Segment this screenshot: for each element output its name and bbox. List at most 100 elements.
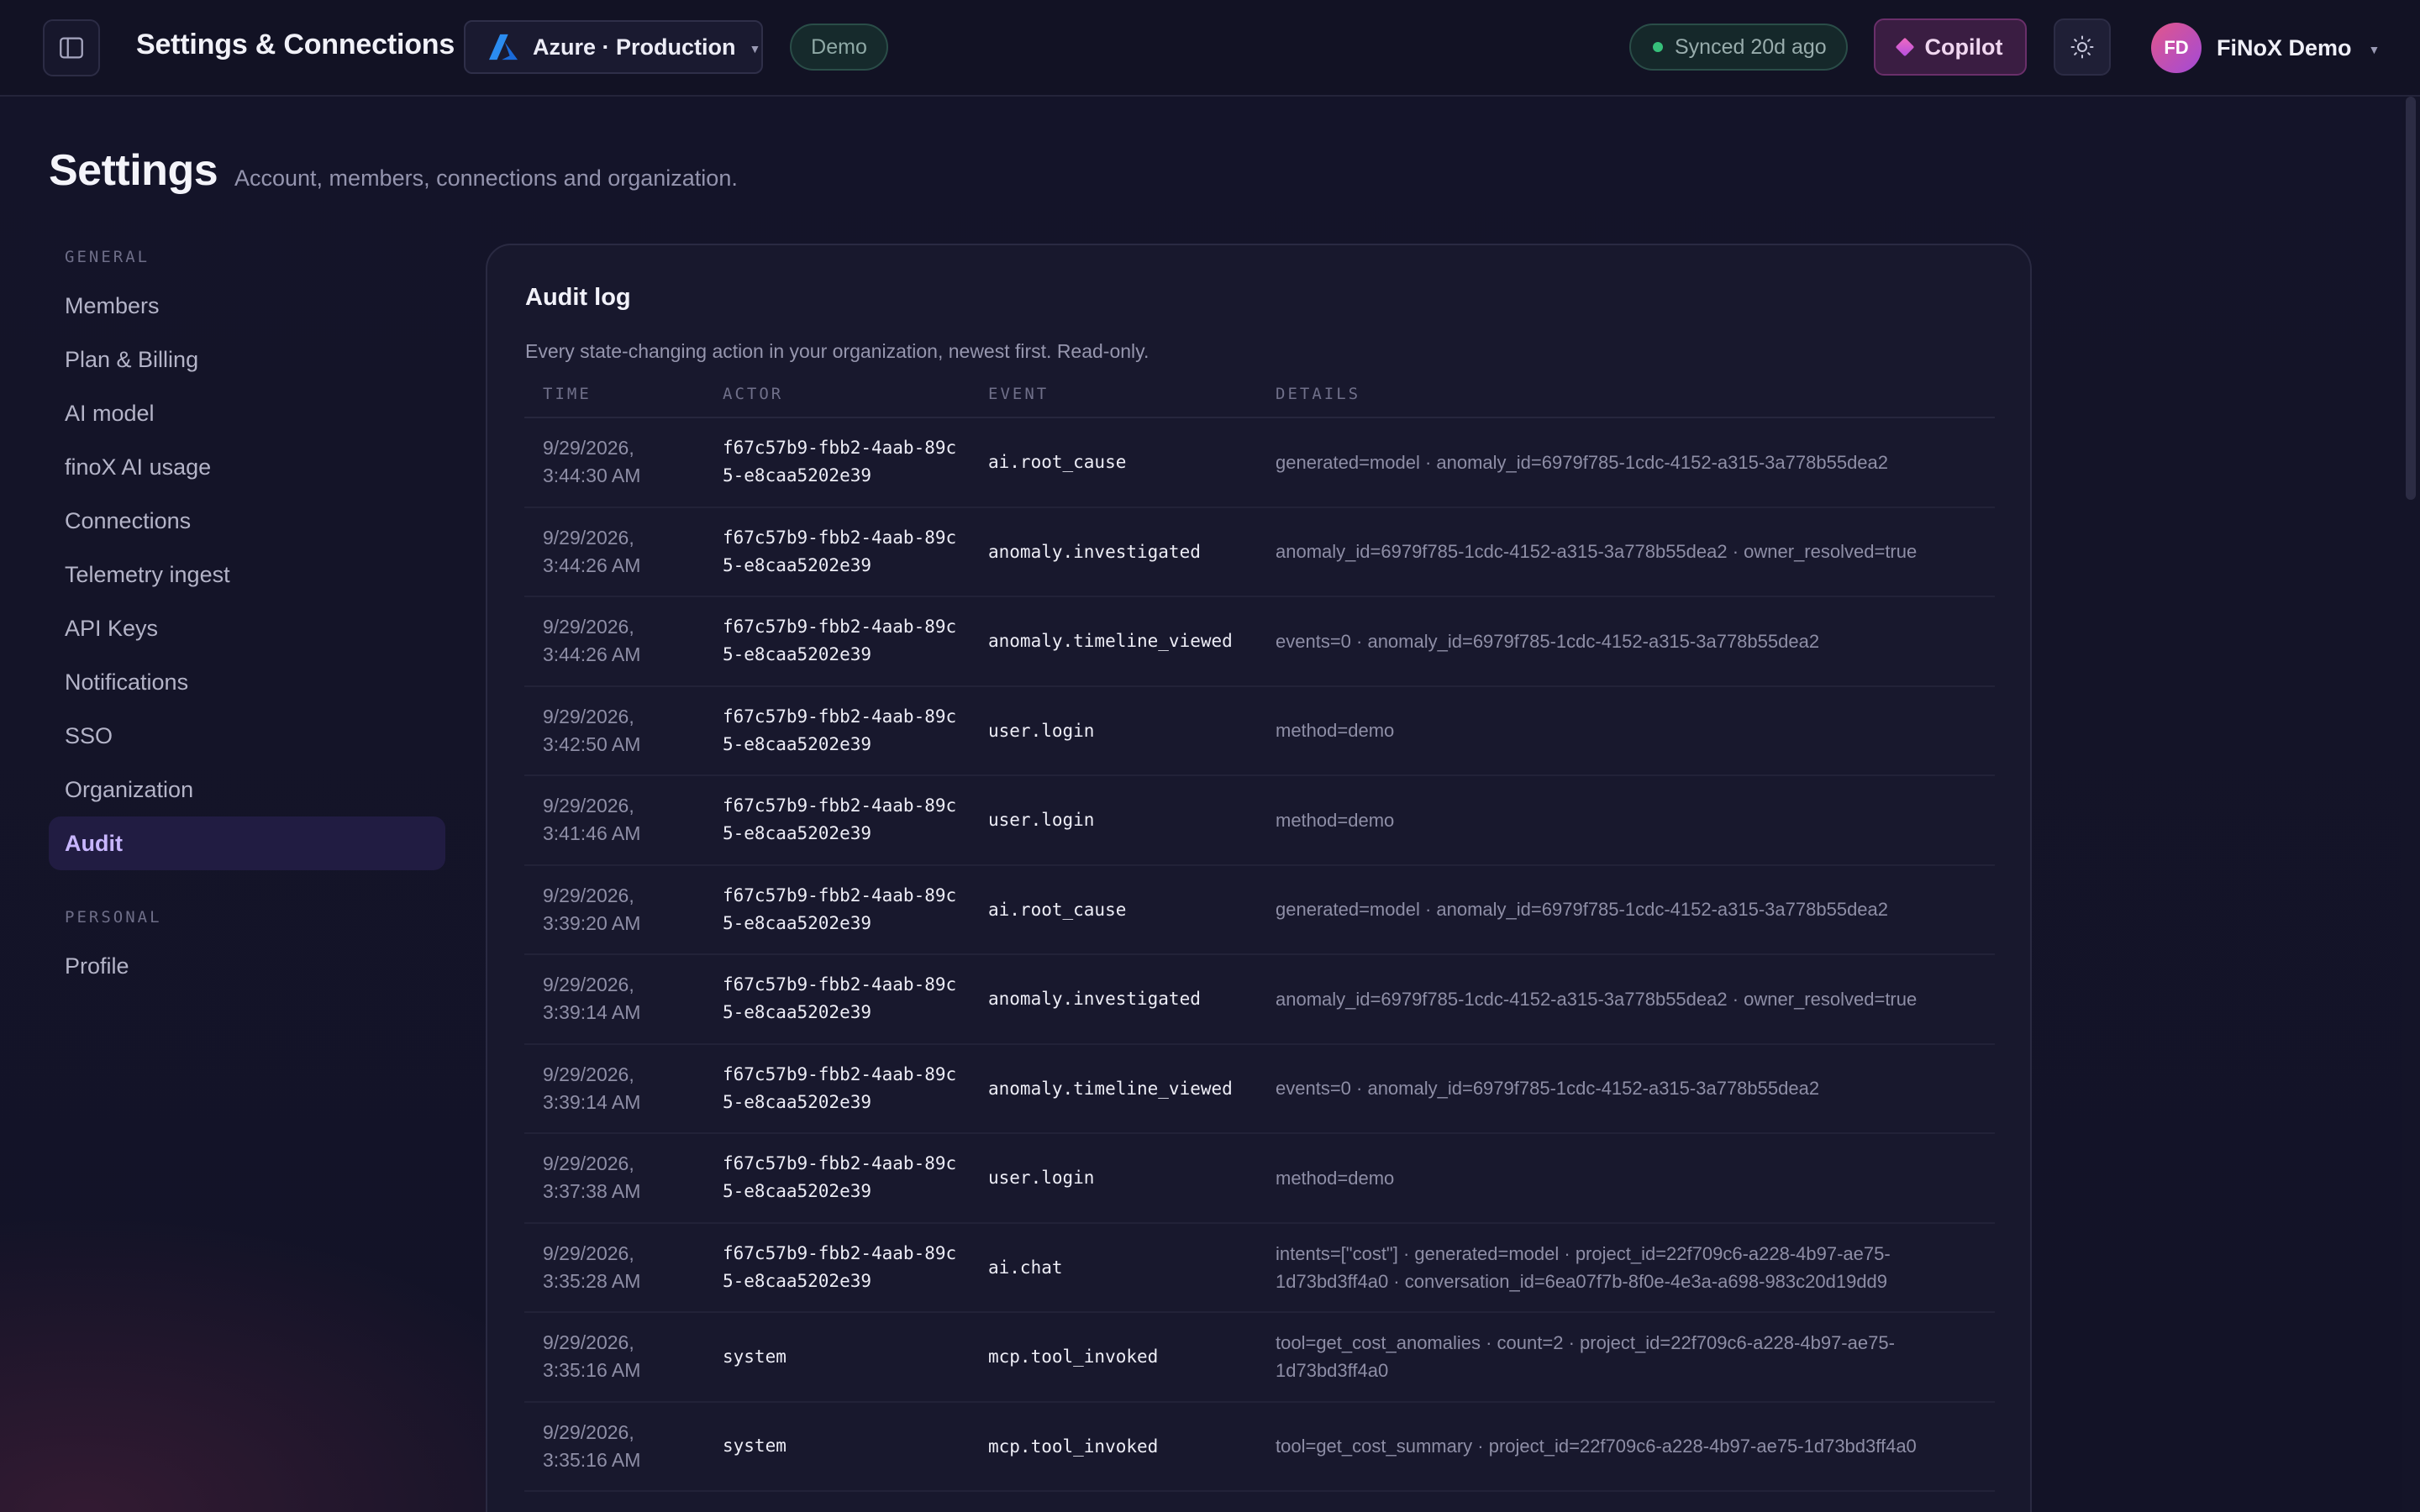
column-header-event: EVENT — [988, 385, 1050, 403]
cell-actor: f67c57b9-fbb2-4aab-89c5-e8caa5202e39 — [723, 438, 957, 486]
app-title: Settings & Connections — [136, 29, 455, 60]
cell-event: user.login — [988, 810, 1095, 831]
nav-item-plan-billing[interactable]: Plan & Billing — [49, 333, 445, 386]
cell-actor: f67c57b9-fbb2-4aab-89c5-e8caa5202e39 — [723, 1242, 957, 1291]
table-row: 9/29/2026, 3:41:46 AM f67c57b9-fbb2-4aab… — [524, 776, 1995, 866]
table-row: 9/29/2026, 3:35:28 AM f67c57b9-fbb2-4aab… — [524, 1224, 1995, 1313]
cell-event: ai.root_cause — [988, 452, 1127, 473]
environment-select[interactable]: Azure · Production ▼ — [464, 20, 763, 74]
cell-details: tool=get_cost_anomalies · count=2 · proj… — [1276, 1332, 1895, 1382]
nav-item-connections[interactable]: Connections — [49, 494, 445, 548]
environment-label: Azure · Production — [533, 34, 736, 60]
copilot-label: Copilot — [1924, 34, 2003, 60]
chevron-down-icon: ▼ — [2368, 43, 2381, 56]
nav-item-audit[interactable]: Audit — [49, 816, 445, 870]
cell-event: mcp.tool_invoked — [988, 1347, 1159, 1368]
cell-time: 9/29/2026, 3:44:26 AM — [543, 526, 641, 576]
cell-actor: f67c57b9-fbb2-4aab-89c5-e8caa5202e39 — [723, 974, 957, 1023]
cell-time: 9/29/2026, 3:42:50 AM — [543, 705, 641, 755]
cell-actor: f67c57b9-fbb2-4aab-89c5-e8caa5202e39 — [723, 1063, 957, 1112]
cell-actor: f67c57b9-fbb2-4aab-89c5-e8caa5202e39 — [723, 795, 957, 844]
cell-event: user.login — [988, 720, 1095, 741]
sidebar-toggle-button[interactable] — [43, 19, 100, 76]
cell-details: generated=model · anomaly_id=6979f785-1c… — [1276, 899, 1889, 921]
table-row: 9/29/2026, 3:35:16 AM system mcp.tool_in… — [524, 1313, 1995, 1403]
nav-section-general: GENERAL — [65, 248, 150, 266]
cell-event: mcp.tool_invoked — [988, 1436, 1159, 1457]
cell-actor: system — [723, 1346, 786, 1367]
cell-details: events=0 · anomaly_id=6979f785-1cdc-4152… — [1276, 630, 1820, 652]
cell-event: ai.root_cause — [988, 899, 1127, 920]
cell-details: intents=["cost"] · generated=model · pro… — [1276, 1242, 1891, 1292]
cell-actor: f67c57b9-fbb2-4aab-89c5-e8caa5202e39 — [723, 706, 957, 754]
table-row: 9/29/2026, 3:44:30 AM f67c57b9-fbb2-4aab… — [524, 418, 1995, 508]
cell-actor: f67c57b9-fbb2-4aab-89c5-e8caa5202e39 — [723, 1153, 957, 1202]
nav-item-ai-usage[interactable]: finoX AI usage — [49, 440, 445, 494]
nav-item-members[interactable]: Members — [49, 279, 445, 333]
page-subtitle: Account, members, connections and organi… — [234, 165, 738, 191]
card-title: Audit log — [525, 284, 631, 311]
table-row: 9/29/2026, 3:39:14 AM f67c57b9-fbb2-4aab… — [524, 1045, 1995, 1134]
sync-status-badge: Synced 20d ago — [1629, 24, 1848, 71]
cell-time: 9/29/2026, 3:39:14 AM — [543, 974, 641, 1024]
sync-status-label: Synced 20d ago — [1675, 34, 1827, 59]
user-menu[interactable]: FD FiNoX Demo ▼ — [2151, 22, 2380, 74]
sun-icon — [2070, 35, 2094, 59]
cell-event: anomaly.investigated — [988, 989, 1201, 1010]
theme-toggle-button[interactable] — [2054, 18, 2111, 76]
cell-event: user.login — [988, 1168, 1095, 1189]
table-row: 9/29/2026, 3:35:16 AM system mcp.tool_in… — [524, 1403, 1995, 1492]
cell-details: generated=model · anomaly_id=6979f785-1c… — [1276, 451, 1889, 473]
column-header-details: DETAILS — [1276, 385, 1361, 403]
cell-time: 9/29/2026, 3:44:26 AM — [543, 616, 641, 666]
cell-event: anomaly.investigated — [988, 541, 1201, 562]
diamond-icon — [1895, 37, 1914, 57]
column-header-time: TIME — [543, 385, 592, 403]
cell-details: method=demo — [1276, 720, 1395, 742]
nav-section-personal: PERSONAL — [65, 908, 162, 927]
table-row: 9/29/2026, 3:37:38 AM f67c57b9-fbb2-4aab… — [524, 1134, 1995, 1224]
cell-event: anomaly.timeline_viewed — [988, 1078, 1233, 1099]
cell-actor: f67c57b9-fbb2-4aab-89c5-e8caa5202e39 — [723, 527, 957, 575]
cell-actor: f67c57b9-fbb2-4aab-89c5-e8caa5202e39 — [723, 885, 957, 933]
cell-event: anomaly.timeline_viewed — [988, 631, 1233, 652]
nav-item-telemetry-ingest[interactable]: Telemetry ingest — [49, 548, 445, 601]
avatar: FD — [2151, 23, 2202, 73]
column-header-actor: ACTOR — [723, 385, 784, 403]
nav-item-profile[interactable]: Profile — [49, 939, 445, 993]
card-description: Every state-changing action in your orga… — [525, 340, 1150, 362]
table-row: 9/29/2026, 3:42:50 AM f67c57b9-fbb2-4aab… — [524, 687, 1995, 776]
cell-time: 9/29/2026, 3:39:14 AM — [543, 1063, 641, 1113]
cell-details: anomaly_id=6979f785-1cdc-4152-a315-3a778… — [1276, 988, 1918, 1010]
page-title: Settings — [49, 146, 218, 195]
settings-nav: GENERAL Members Plan & Billing AI model … — [49, 235, 445, 993]
cell-time: 9/29/2026, 3:41:46 AM — [543, 795, 641, 845]
azure-icon — [489, 34, 518, 60]
scrollbar-thumb[interactable] — [2406, 97, 2416, 500]
cell-time: 9/29/2026, 3:35:16 AM — [543, 1331, 641, 1382]
cell-time: 9/29/2026, 3:37:38 AM — [543, 1152, 641, 1203]
cell-time: 9/29/2026, 3:44:30 AM — [543, 437, 641, 487]
cell-time: 9/29/2026, 3:35:16 AM — [543, 1420, 641, 1471]
cell-time: 9/29/2026, 3:39:20 AM — [543, 884, 641, 934]
cell-details: anomaly_id=6979f785-1cdc-4152-a315-3a778… — [1276, 541, 1918, 563]
table-row: 9/29/2026, 3:39:20 AM f67c57b9-fbb2-4aab… — [524, 866, 1995, 955]
cell-actor: system — [723, 1436, 786, 1457]
cell-details: method=demo — [1276, 1167, 1395, 1189]
table-row: 9/29/2026, 3:44:26 AM f67c57b9-fbb2-4aab… — [524, 597, 1995, 687]
table-header: TIME ACTOR EVENT DETAILS — [524, 371, 1995, 418]
audit-log-card: Audit log Every state-changing action in… — [486, 244, 2032, 1512]
cell-details: events=0 · anomaly_id=6979f785-1cdc-4152… — [1276, 1078, 1820, 1100]
sync-status-dot-icon — [1653, 42, 1663, 52]
cell-actor: f67c57b9-fbb2-4aab-89c5-e8caa5202e39 — [723, 617, 957, 665]
nav-item-api-keys[interactable]: API Keys — [49, 601, 445, 655]
sidebar-toggle-icon — [60, 37, 83, 59]
demo-badge: Demo — [790, 24, 888, 71]
nav-item-organization[interactable]: Organization — [49, 763, 445, 816]
chevron-down-icon: ▼ — [749, 42, 761, 55]
page-scrollbar[interactable] — [2402, 97, 2420, 1512]
nav-item-ai-model[interactable]: AI model — [49, 386, 445, 440]
nav-item-notifications[interactable]: Notifications — [49, 655, 445, 709]
copilot-button[interactable]: Copilot — [1874, 18, 2027, 76]
nav-item-sso[interactable]: SSO — [49, 709, 445, 763]
